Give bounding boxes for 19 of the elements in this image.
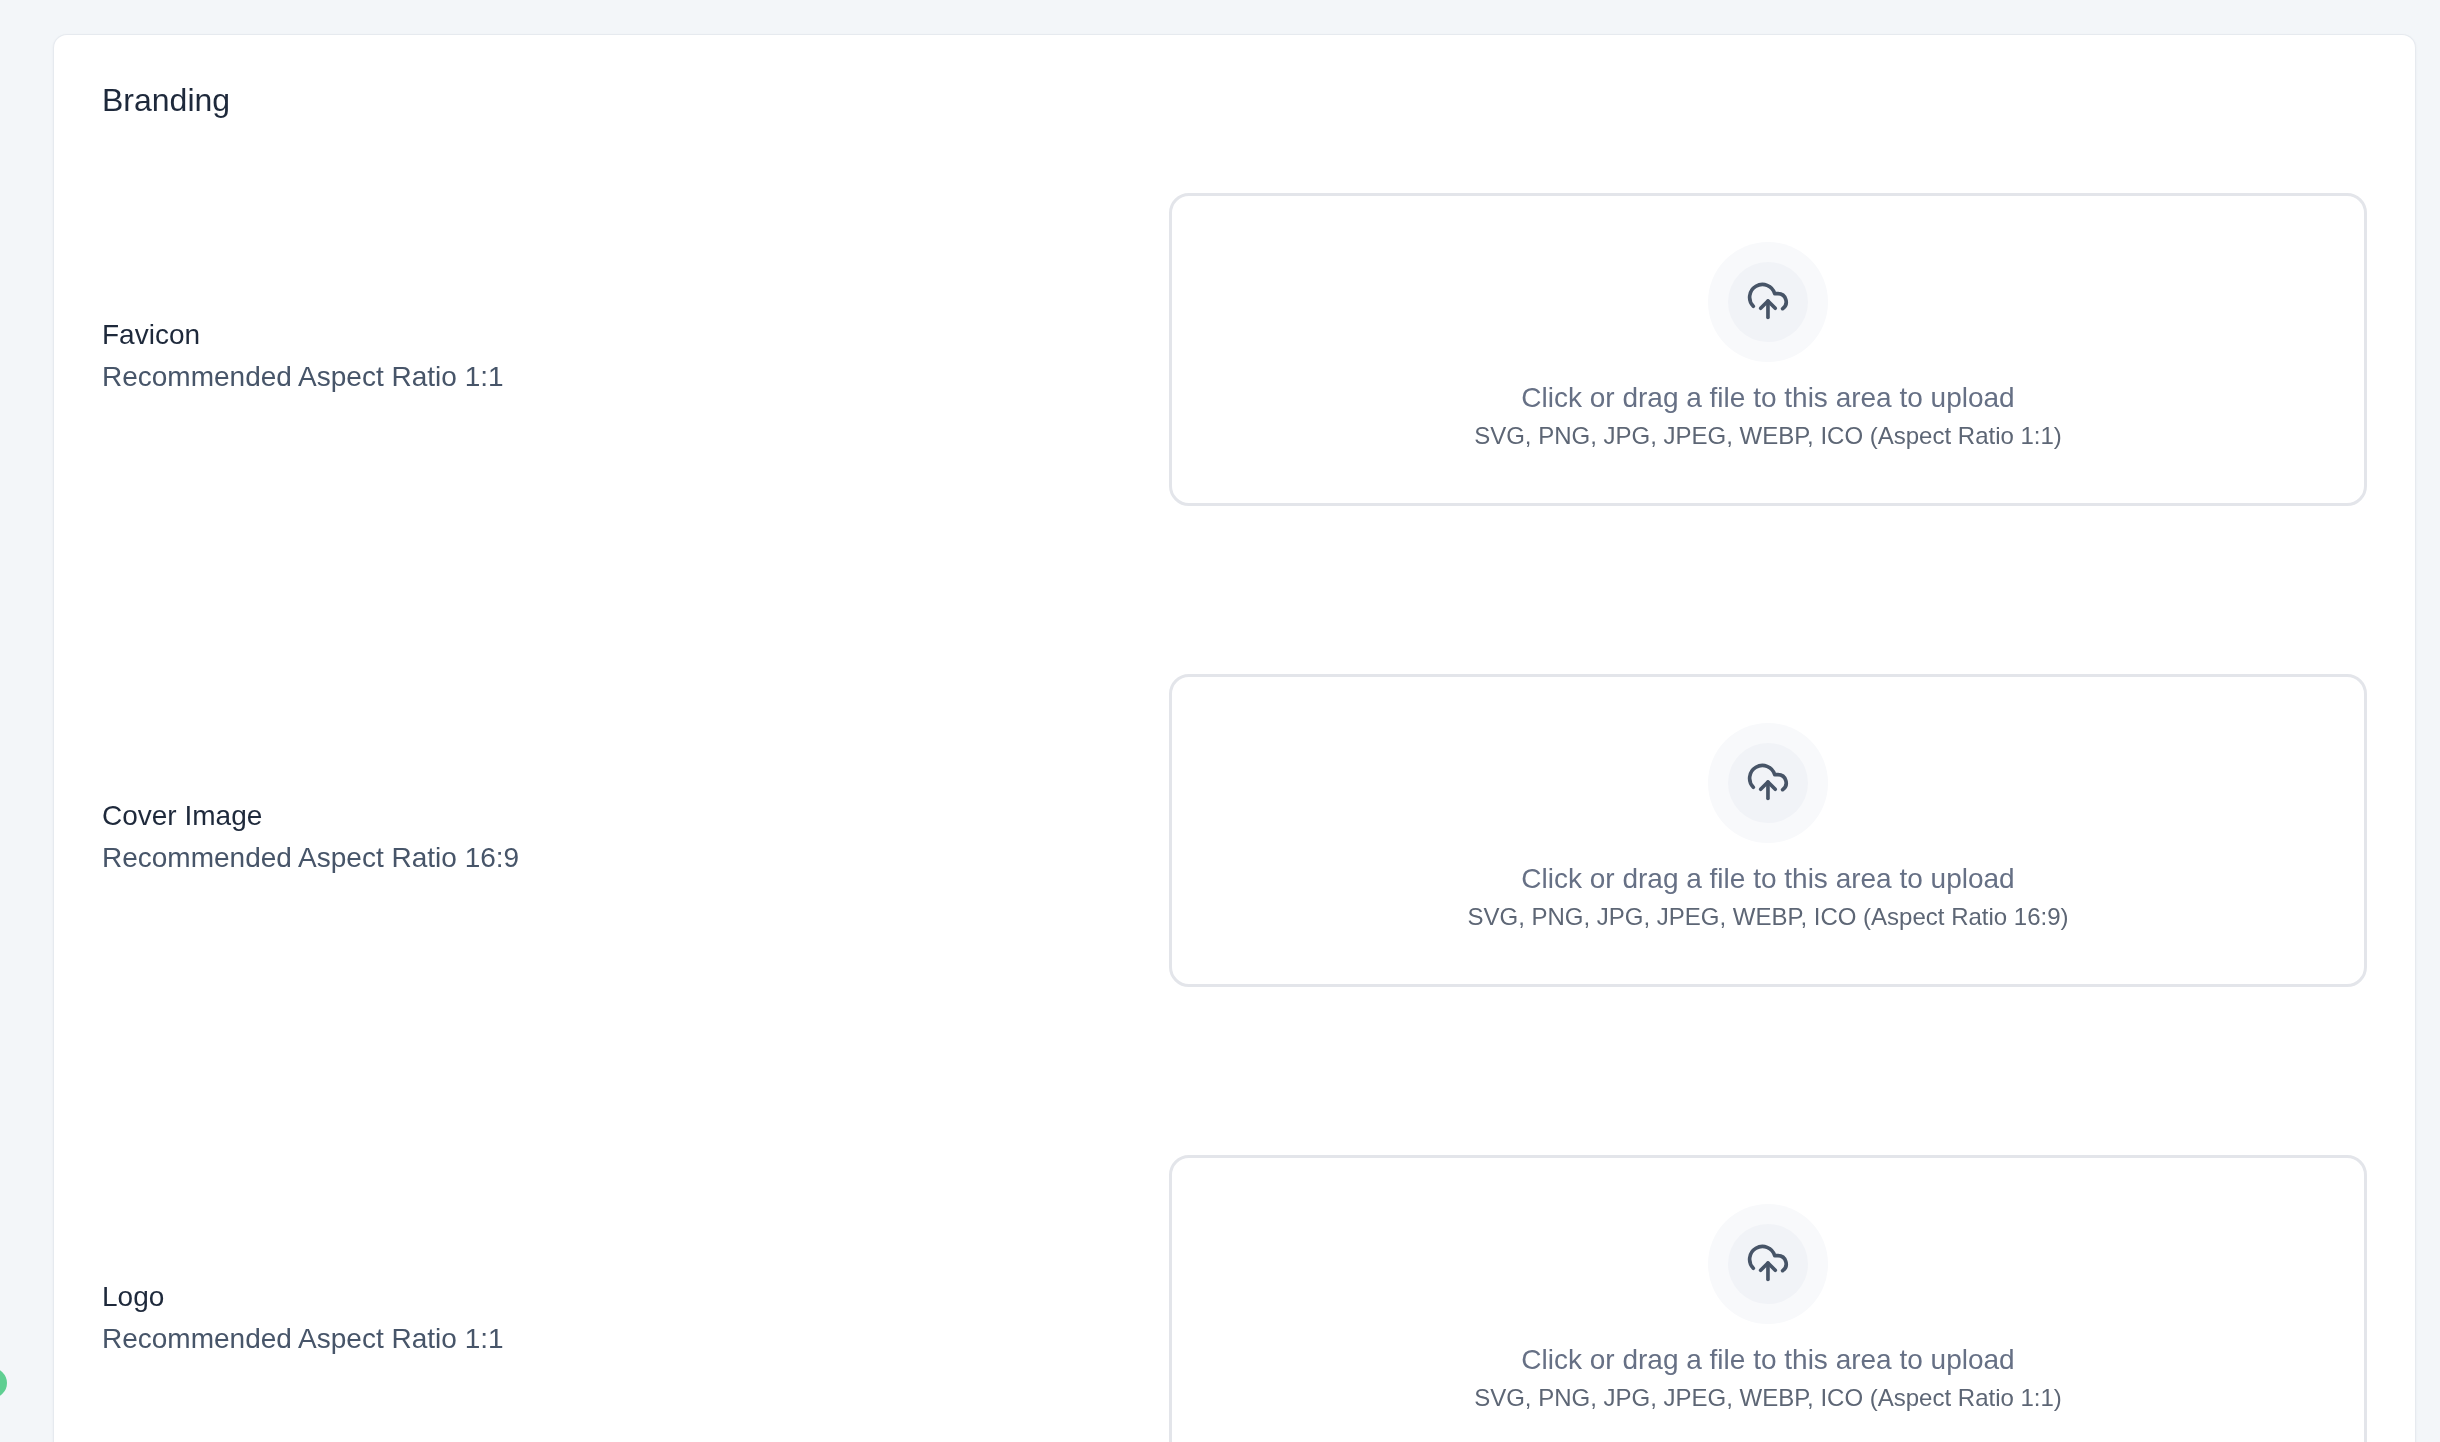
cloud-upload-icon bbox=[1708, 723, 1828, 843]
cloud-upload-icon bbox=[1708, 242, 1828, 362]
upload-formats: SVG, PNG, JPG, JPEG, WEBP, ICO (Aspect Ratio 16:9) bbox=[1467, 902, 2069, 932]
upload-dropzone[interactable]: Click or drag a file to this area to upload SVG, PNG, JPG, JPEG, WEBP, ICO (Aspect Ratio 1:1) bbox=[1169, 1155, 2367, 1442]
upload-prompt: Click or drag a file to this area to upload bbox=[1521, 1343, 2015, 1377]
field-hint: Recommended Aspect Ratio 1:1 bbox=[102, 359, 504, 394]
field-label: Cover Image bbox=[102, 798, 263, 833]
field-hint: Recommended Aspect Ratio 16:9 bbox=[102, 840, 520, 875]
upload-dropzone[interactable]: Click or drag a file to this area to upload SVG, PNG, JPG, JPEG, WEBP, ICO (Aspect Ratio 1:1) bbox=[1169, 193, 2367, 506]
upload-formats: SVG, PNG, JPG, JPEG, WEBP, ICO (Aspect Ratio 1:1) bbox=[1474, 1383, 2062, 1413]
upload-prompt: Click or drag a file to this area to upload bbox=[1521, 381, 2015, 415]
section-title: Branding bbox=[102, 81, 231, 120]
field-label: Logo bbox=[102, 1279, 165, 1314]
upload-formats: SVG, PNG, JPG, JPEG, WEBP, ICO (Aspect Ratio 1:1) bbox=[1474, 421, 2062, 451]
upload-dropzone[interactable]: Click or drag a file to this area to upload SVG, PNG, JPG, JPEG, WEBP, ICO (Aspect Ratio 16:9) bbox=[1169, 674, 2367, 987]
upload-prompt: Click or drag a file to this area to upload bbox=[1521, 862, 2015, 896]
field-hint: Recommended Aspect Ratio 1:1 bbox=[102, 1321, 504, 1356]
field-label: Favicon bbox=[102, 317, 201, 352]
cloud-upload-icon bbox=[1708, 1204, 1828, 1324]
